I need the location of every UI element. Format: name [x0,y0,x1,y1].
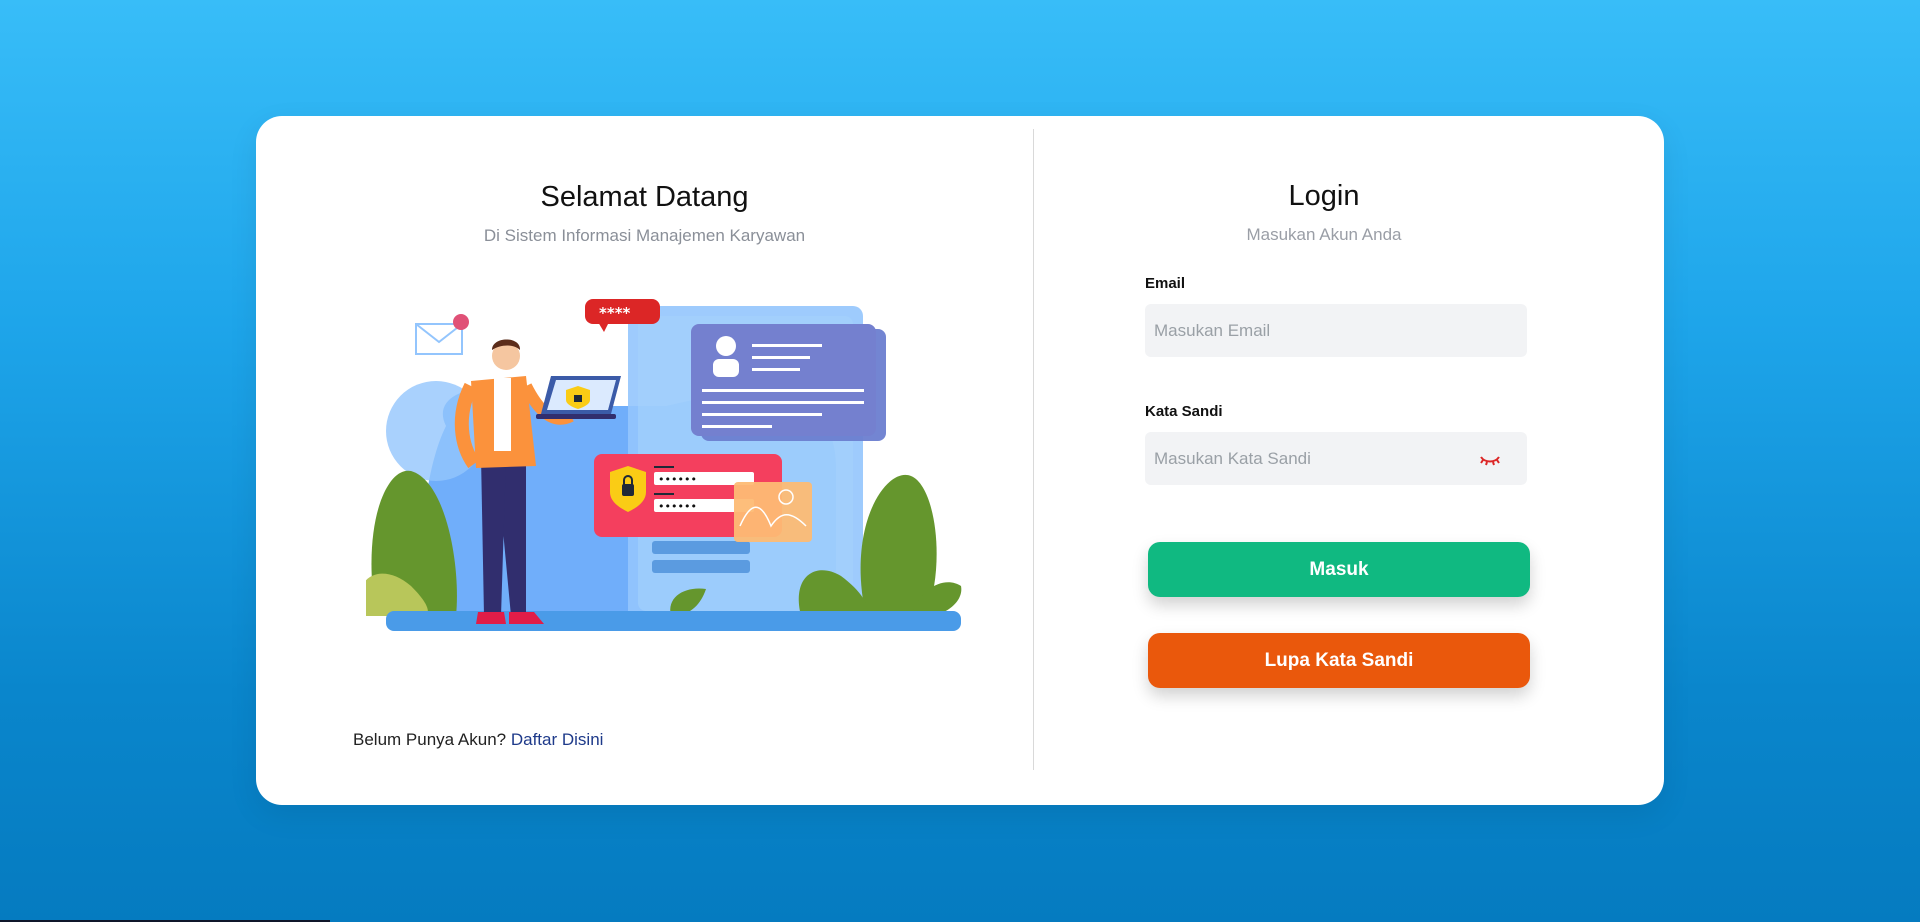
welcome-panel: Selamat Datang Di Sistem Informasi Manaj… [256,116,1033,805]
welcome-subtitle: Di Sistem Informasi Manajemen Karyawan [483,226,806,245]
password-field[interactable] [1145,432,1454,485]
register-link[interactable]: Daftar Disini [511,730,604,749]
login-title: Login [1288,180,1360,212]
login-panel: Login Masukan Akun Anda Email Kata Sandi… [1034,116,1664,805]
password-label: Kata Sandi [1145,403,1223,420]
welcome-title: Selamat Datang [540,181,749,213]
email-field[interactable] [1145,304,1454,357]
login-illustration: •••••• •••••• **** [366,299,962,631]
auth-card: Selamat Datang Di Sistem Informasi Manaj… [256,116,1664,805]
register-prompt: Belum Punya Akun? [353,730,507,749]
login-button[interactable]: Masuk [1148,542,1530,597]
email-field-wrapper [1145,304,1527,357]
password-dots-1: •••••• [658,473,697,486]
email-label: Email [1145,275,1186,292]
register-row: Belum Punya Akun? Daftar Disini [353,730,603,750]
password-bubble-text: **** [599,304,631,322]
login-subtitle: Masukan Akun Anda [1246,225,1402,244]
password-field-wrapper [1145,432,1527,485]
forgot-password-button[interactable]: Lupa Kata Sandi [1148,633,1530,688]
password-dots-2: •••••• [658,500,697,513]
eye-closed-icon[interactable] [1479,450,1501,468]
